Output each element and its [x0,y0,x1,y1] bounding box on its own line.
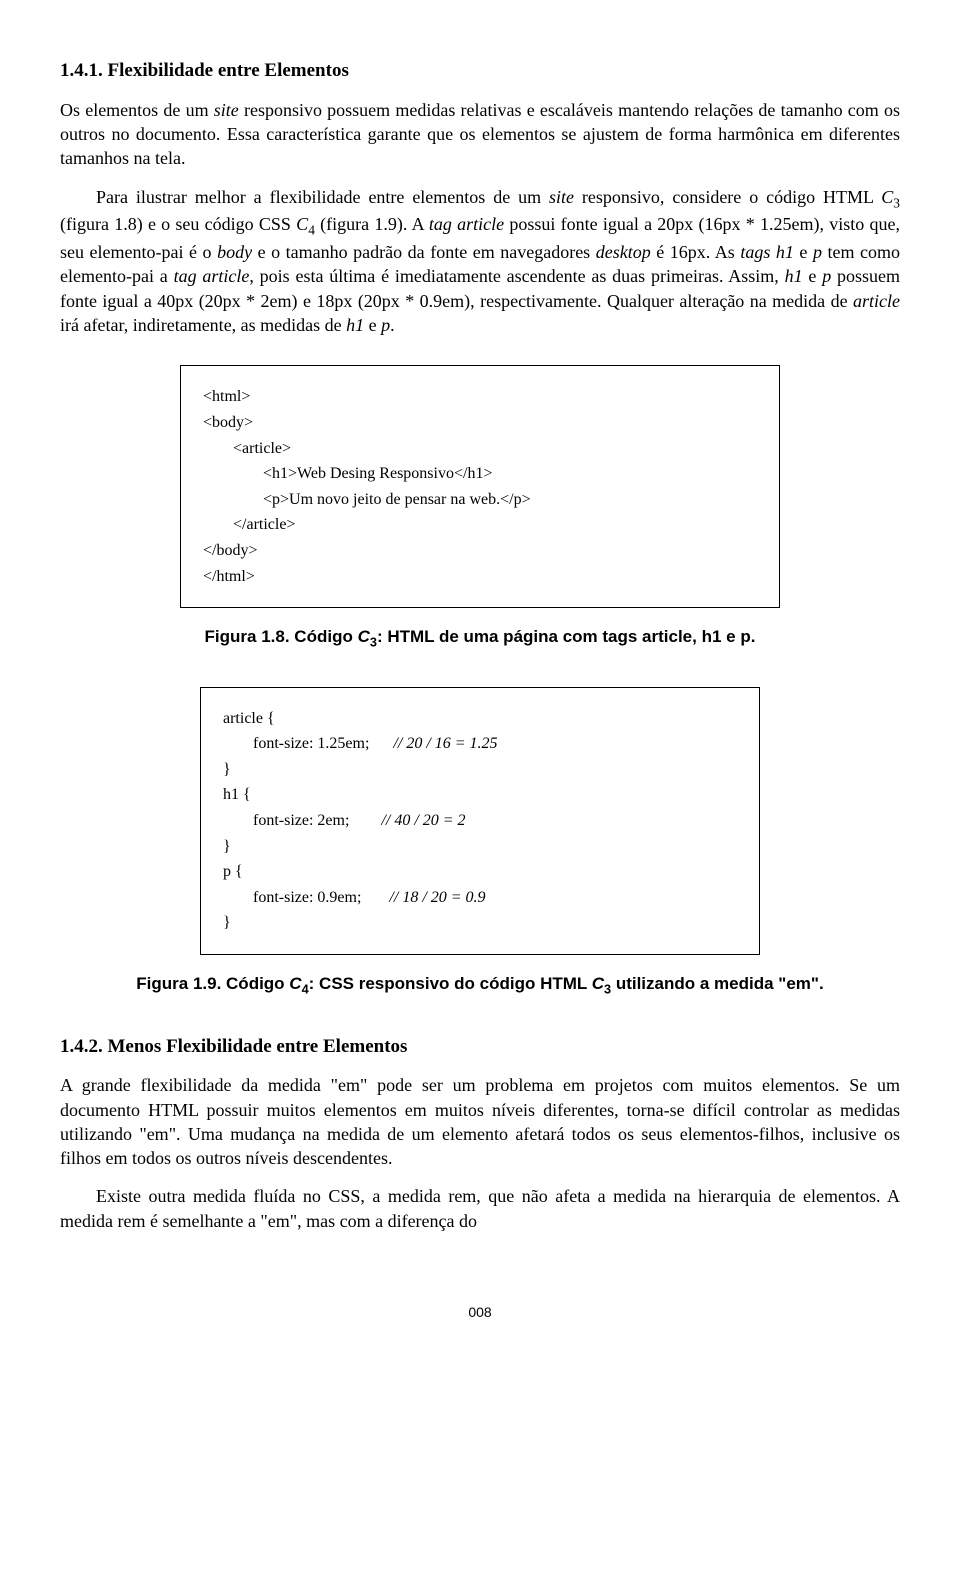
paragraph-1: Os elementos de um site responsivo possu… [60,98,900,171]
code-line: } [223,757,737,783]
section-heading-2: 1.4.2. Menos Flexibilidade entre Element… [60,1034,900,1060]
code-line: } [223,910,737,936]
code-line: p { [223,859,737,885]
code-line: <html> [203,384,757,410]
code-line: <article> [203,436,757,462]
section-title: Menos Flexibilidade entre Elementos [108,1036,408,1057]
figure-caption-1: Figura 1.8. Código C3: HTML de uma págin… [60,626,900,651]
code-line: </article> [203,512,757,538]
code-line: <h1>Web Desing Responsivo</h1> [203,461,757,487]
section-number: 1.4.2. [60,1036,103,1057]
section-title: Flexibilidade entre Elementos [108,60,349,81]
code-line: font-size: 1.25em; // 20 / 16 = 1.25 [223,731,737,757]
code-line: h1 { [223,782,737,808]
code-line: font-size: 2em; // 40 / 20 = 2 [223,808,737,834]
code-line: } [223,834,737,860]
section-heading-1: 1.4.1. Flexibilidade entre Elementos [60,58,900,84]
code-line: font-size: 0.9em; // 18 / 20 = 0.9 [223,885,737,911]
figure-caption-2: Figura 1.9. Código C4: CSS responsivo do… [60,973,900,998]
paragraph-2: Para ilustrar melhor a flexibilidade ent… [60,185,900,338]
section-number: 1.4.1. [60,60,103,81]
code-line: <body> [203,410,757,436]
code-line: </html> [203,564,757,590]
paragraph-4: Existe outra medida fluída no CSS, a med… [60,1184,900,1233]
code-line: <p>Um novo jeito de pensar na web.</p> [203,487,757,513]
paragraph-3: A grande flexibilidade da medida "em" po… [60,1073,900,1170]
code-box-css: article { font-size: 1.25em; // 20 / 16 … [200,687,760,955]
code-line: </body> [203,538,757,564]
code-line: article { [223,706,737,732]
page-number: 008 [60,1303,900,1322]
code-box-html: <html> <body> <article> <h1>Web Desing R… [180,365,780,608]
